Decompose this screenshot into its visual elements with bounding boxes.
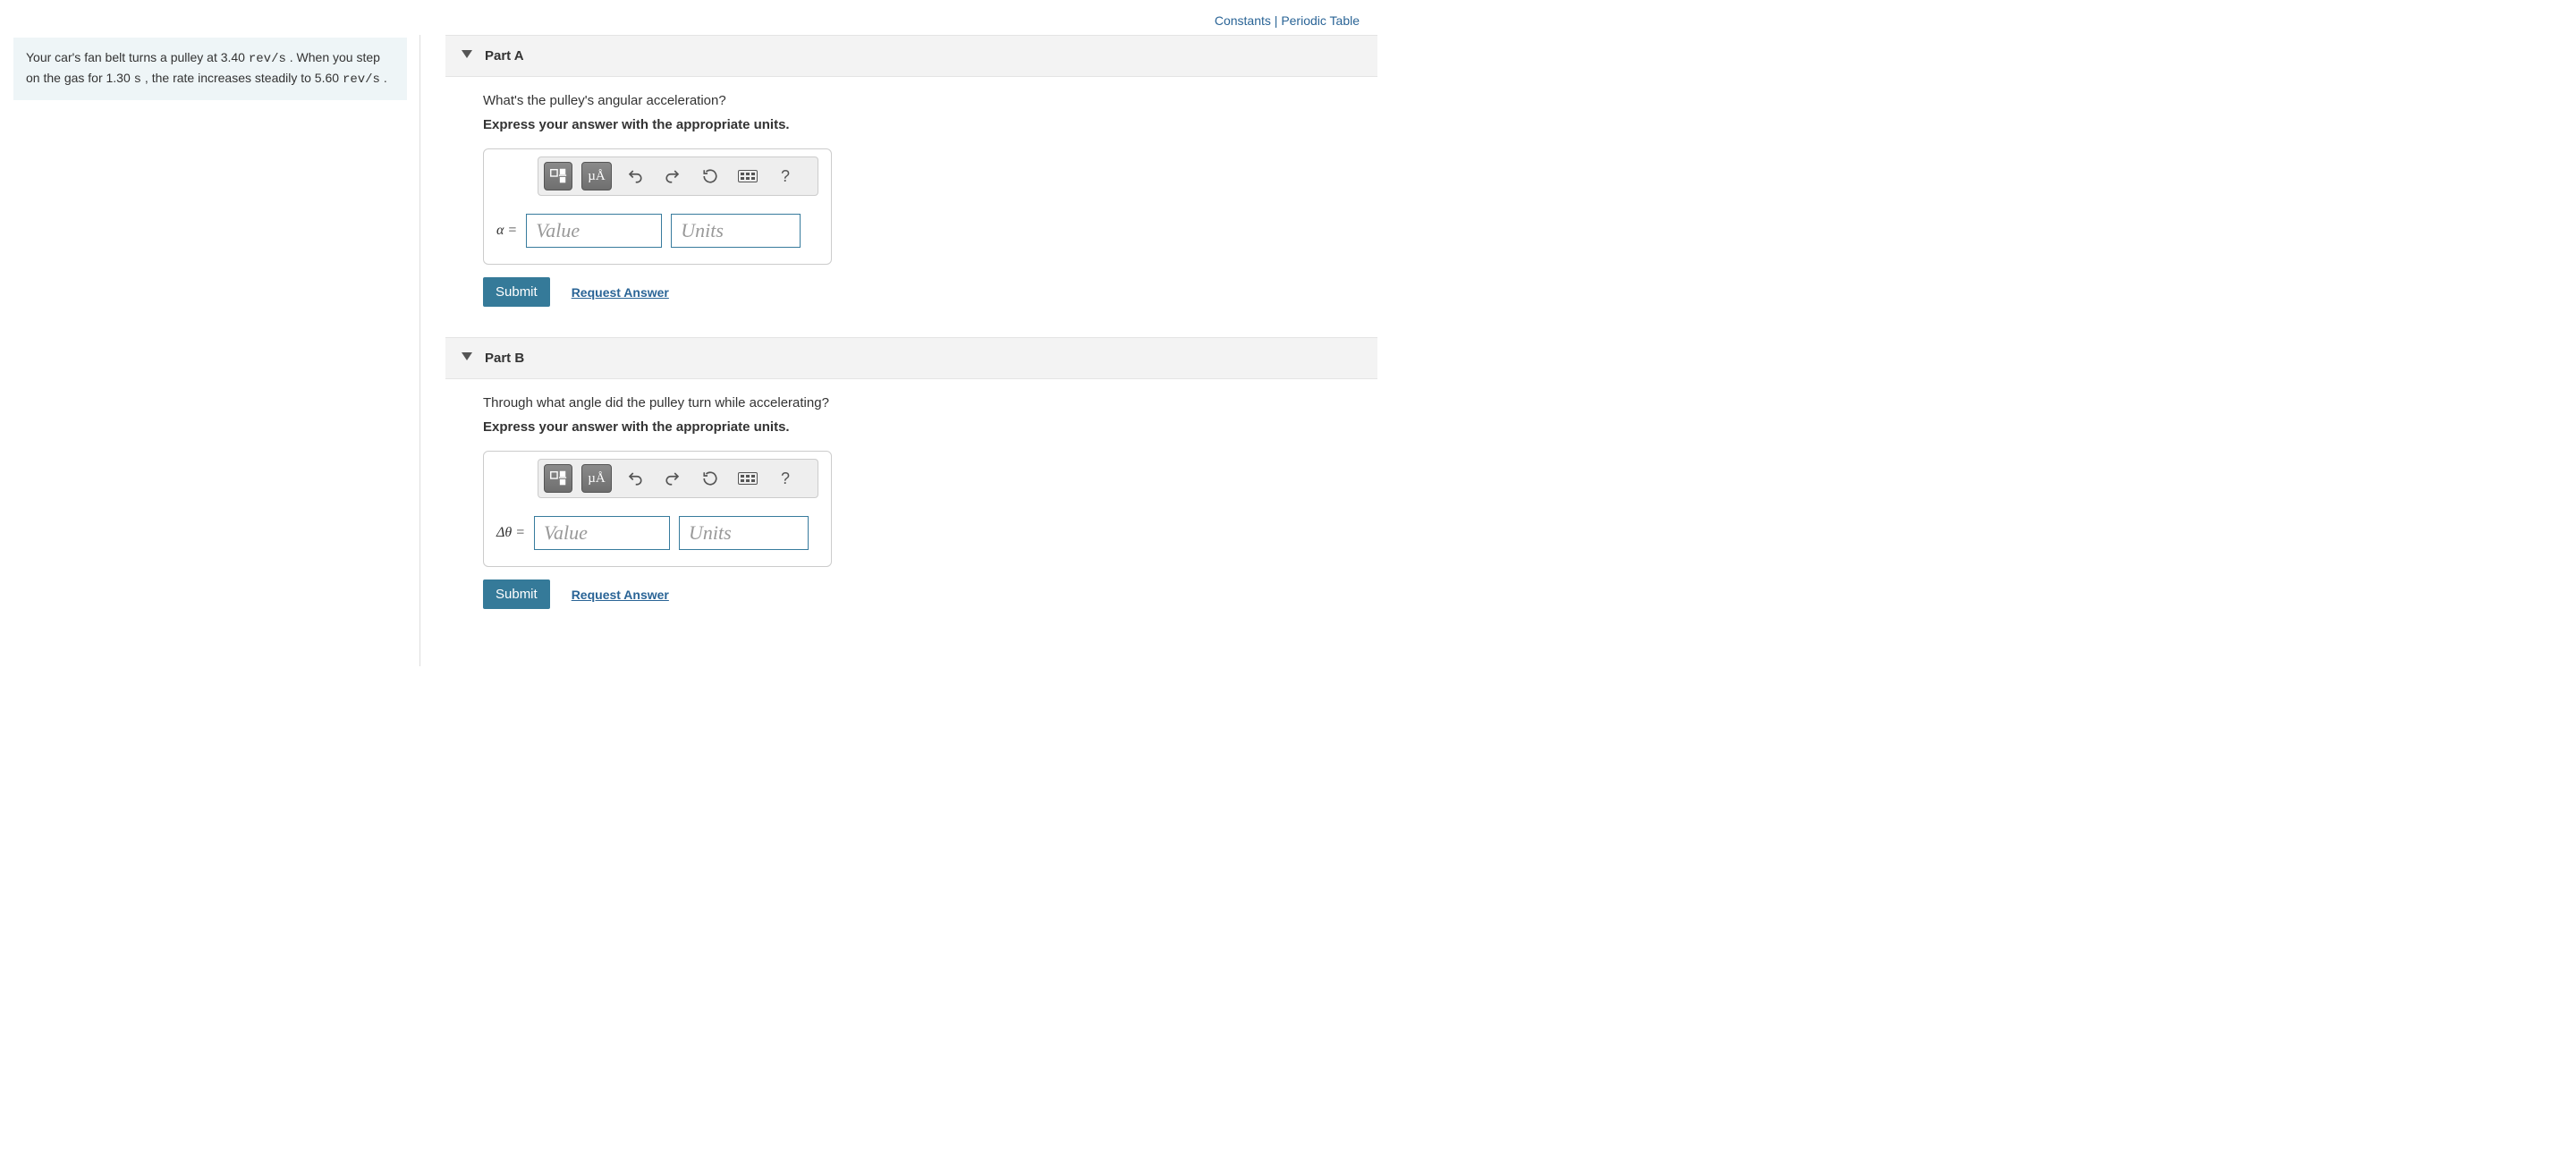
keyboard-icon bbox=[738, 472, 758, 485]
units-symbols-button[interactable]: µÅ bbox=[581, 162, 612, 190]
separator: | bbox=[1271, 13, 1281, 28]
fraction-template-button[interactable] bbox=[544, 162, 572, 190]
undo-icon bbox=[627, 168, 643, 184]
fraction-icon bbox=[548, 166, 568, 186]
request-answer-link[interactable]: Request Answer bbox=[572, 285, 669, 300]
redo-icon bbox=[665, 168, 681, 184]
part-a-header: Part A bbox=[445, 35, 1377, 77]
help-button[interactable]: ? bbox=[771, 464, 800, 493]
question-text: Through what angle did the pulley turn w… bbox=[483, 395, 1377, 410]
answer-row: Δθ = bbox=[484, 516, 831, 550]
mua-label: µÅ bbox=[588, 471, 605, 486]
answer-box: µÅ ? α = bbox=[483, 148, 832, 265]
submit-row: Submit Request Answer bbox=[483, 277, 1377, 307]
part-a-body: What's the pulley's angular acceleration… bbox=[420, 77, 1377, 328]
help-button[interactable]: ? bbox=[771, 162, 800, 190]
units-input[interactable] bbox=[671, 214, 801, 248]
left-column: Your car's fan belt turns a pulley at 3.… bbox=[0, 35, 420, 666]
top-links: Constants | Periodic Table bbox=[0, 0, 1377, 35]
toolbar: µÅ ? bbox=[538, 157, 818, 196]
right-column: Part A What's the pulley's angular accel… bbox=[420, 35, 1377, 666]
variable-label: α = bbox=[496, 223, 517, 239]
toolbar: µÅ ? bbox=[538, 459, 818, 498]
question-text: What's the pulley's angular acceleration… bbox=[483, 93, 1377, 108]
answer-box: µÅ ? Δθ = bbox=[483, 451, 832, 567]
constants-link[interactable]: Constants bbox=[1215, 13, 1271, 28]
instruction-text: Express your answer with the appropriate… bbox=[483, 117, 1377, 132]
problem-unit: rev/s bbox=[249, 52, 286, 66]
submit-button[interactable]: Submit bbox=[483, 277, 550, 307]
part-b-body: Through what angle did the pulley turn w… bbox=[420, 379, 1377, 630]
redo-icon bbox=[665, 470, 681, 486]
reset-icon bbox=[702, 168, 718, 184]
reset-button[interactable] bbox=[696, 162, 724, 190]
main-layout: Your car's fan belt turns a pulley at 3.… bbox=[0, 35, 1377, 666]
submit-button[interactable]: Submit bbox=[483, 580, 550, 609]
keyboard-icon bbox=[738, 170, 758, 182]
redo-button[interactable] bbox=[658, 464, 687, 493]
problem-unit: rev/s bbox=[343, 72, 380, 87]
collapse-icon[interactable] bbox=[462, 352, 472, 360]
undo-icon bbox=[627, 470, 643, 486]
value-input[interactable] bbox=[534, 516, 670, 550]
answer-row: α = bbox=[484, 214, 831, 248]
periodic-table-link[interactable]: Periodic Table bbox=[1281, 13, 1360, 28]
problem-unit: s bbox=[134, 72, 141, 87]
part-label: Part B bbox=[485, 351, 524, 366]
request-answer-link[interactable]: Request Answer bbox=[572, 588, 669, 602]
problem-text: Your car's fan belt turns a pulley at 3.… bbox=[26, 50, 249, 64]
problem-text: , the rate increases steadily to 5.60 bbox=[141, 71, 343, 85]
variable-label: Δθ = bbox=[496, 525, 525, 541]
reset-icon bbox=[702, 470, 718, 486]
keyboard-button[interactable] bbox=[733, 162, 762, 190]
fraction-template-button[interactable] bbox=[544, 464, 572, 493]
instruction-text: Express your answer with the appropriate… bbox=[483, 419, 1377, 435]
collapse-icon[interactable] bbox=[462, 50, 472, 58]
submit-row: Submit Request Answer bbox=[483, 580, 1377, 609]
units-input[interactable] bbox=[679, 516, 809, 550]
undo-button[interactable] bbox=[621, 464, 649, 493]
units-symbols-button[interactable]: µÅ bbox=[581, 464, 612, 493]
value-input[interactable] bbox=[526, 214, 662, 248]
reset-button[interactable] bbox=[696, 464, 724, 493]
mua-label: µÅ bbox=[588, 169, 605, 184]
part-label: Part A bbox=[485, 48, 524, 63]
problem-text: . bbox=[380, 71, 387, 85]
redo-button[interactable] bbox=[658, 162, 687, 190]
undo-button[interactable] bbox=[621, 162, 649, 190]
keyboard-button[interactable] bbox=[733, 464, 762, 493]
problem-statement: Your car's fan belt turns a pulley at 3.… bbox=[13, 38, 407, 100]
part-b-header: Part B bbox=[445, 337, 1377, 379]
fraction-icon bbox=[548, 469, 568, 488]
